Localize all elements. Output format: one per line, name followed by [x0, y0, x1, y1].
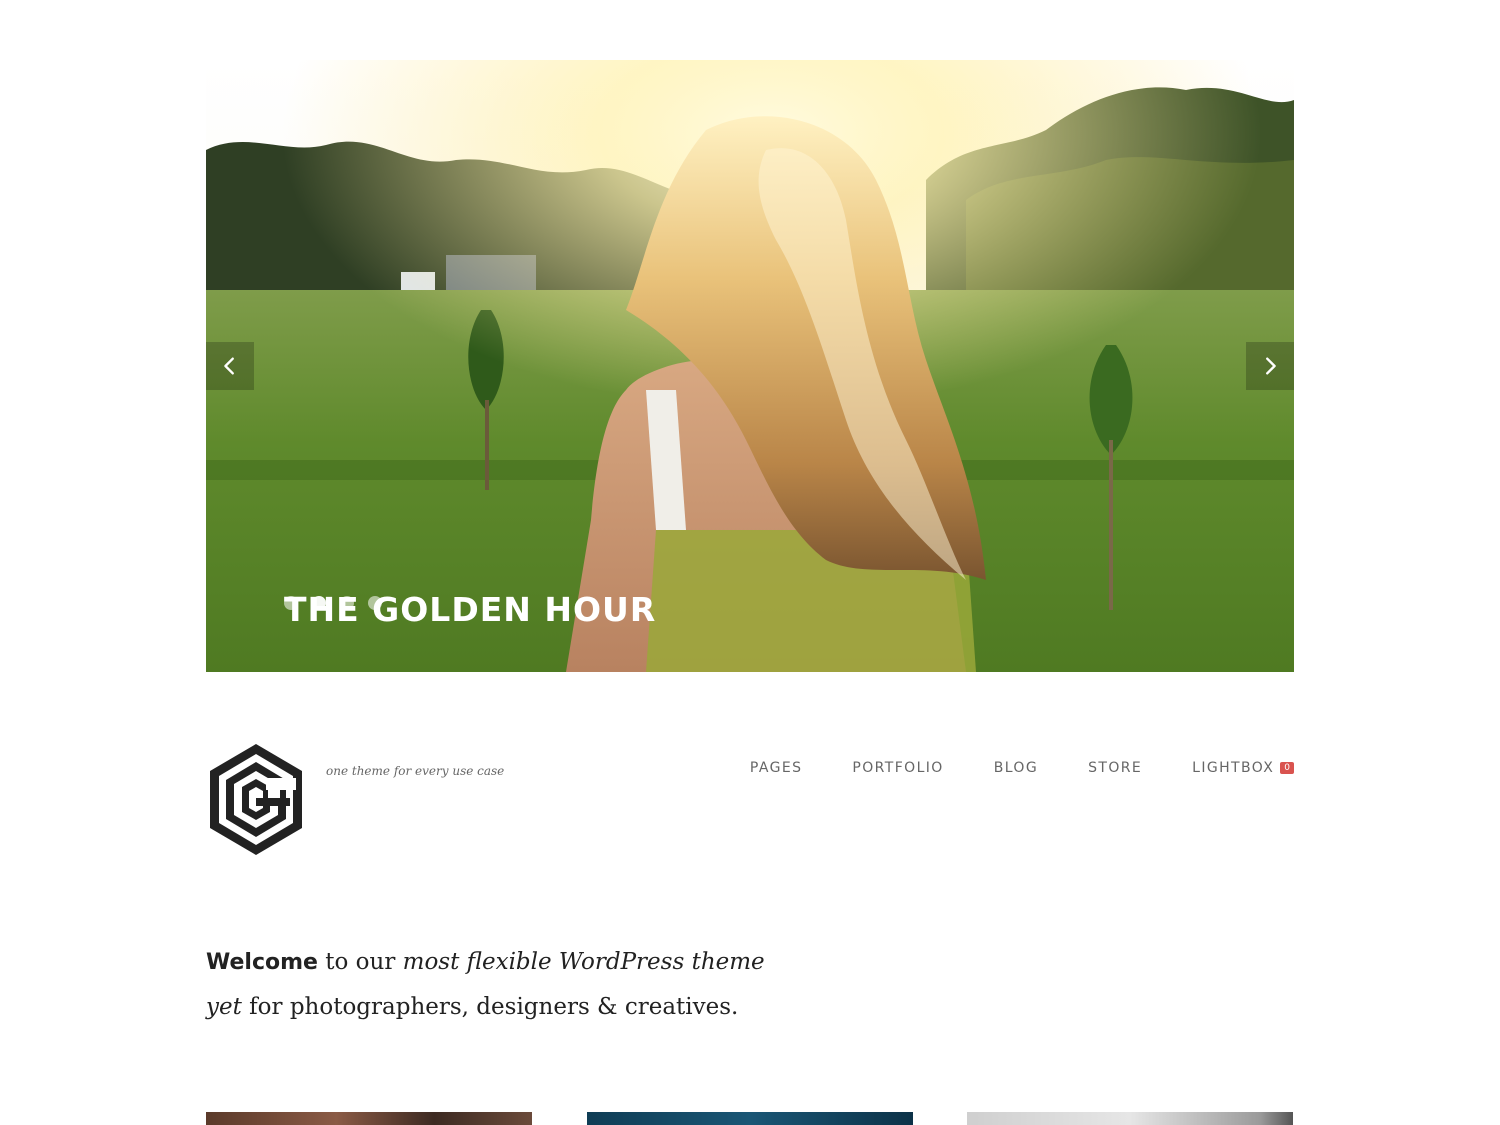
chevron-left-icon	[224, 357, 234, 375]
nav-item-label: LIGHTBOX	[1192, 760, 1275, 776]
lightbox-count-badge: 0	[1280, 762, 1294, 774]
page: THE GOLDEN HOUR one theme for every use …	[0, 0, 1500, 1125]
portfolio-thumbnail[interactable]	[206, 1112, 532, 1125]
slider-next-button[interactable]	[1246, 342, 1294, 390]
nav-item-portfolio[interactable]: PORTFOLIO	[852, 760, 943, 776]
portfolio-thumbnail[interactable]	[967, 1112, 1293, 1125]
nav-item-label: PORTFOLIO	[852, 760, 944, 776]
slider-dots	[284, 596, 382, 610]
slider-dot[interactable]	[284, 596, 298, 610]
portfolio-thumbnails	[206, 1112, 1294, 1125]
slide-photo	[206, 60, 1294, 672]
nav-item-pages[interactable]: PAGES	[750, 760, 802, 776]
hero-slider[interactable]: THE GOLDEN HOUR	[206, 60, 1294, 672]
nav-item-label: STORE	[1088, 760, 1143, 776]
site-tagline: one theme for every use case	[326, 764, 505, 778]
intro-part2: for photographers, designers & creatives…	[241, 994, 739, 1020]
nav-item-lightbox[interactable]: LIGHTBOX 0	[1192, 760, 1294, 776]
intro-strong: Welcome	[206, 950, 318, 975]
nav-item-blog[interactable]: BLOG	[994, 760, 1038, 776]
slider-dot[interactable]	[368, 596, 382, 610]
portfolio-thumbnail[interactable]	[587, 1112, 913, 1125]
main-navigation: PAGES PORTFOLIO BLOG STORE LIGHTBOX 0	[750, 760, 1294, 776]
hexagon-g-logo-icon[interactable]	[206, 742, 306, 857]
slider-dot-active[interactable]	[312, 596, 326, 610]
intro-part1: to our	[317, 949, 403, 975]
slider-dot[interactable]	[340, 596, 354, 610]
chevron-right-icon	[1266, 357, 1276, 375]
nav-item-label: PAGES	[749, 760, 803, 776]
nav-item-label: BLOG	[993, 760, 1039, 776]
slider-prev-button[interactable]	[206, 342, 254, 390]
nav-item-store[interactable]: STORE	[1088, 760, 1142, 776]
intro-text: Welcome to our most flexible WordPress t…	[206, 940, 786, 1029]
